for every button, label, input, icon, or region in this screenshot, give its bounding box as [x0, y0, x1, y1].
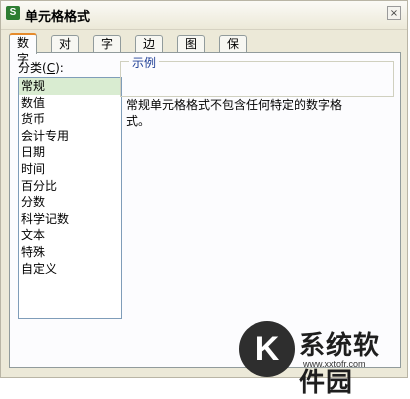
category-item-scientific[interactable]: 科学记数	[19, 211, 121, 228]
tab-protection[interactable]: 保护	[219, 35, 248, 67]
app-icon: S	[6, 6, 20, 20]
title-bar[interactable]: S 单元格格式 ×	[1, 1, 407, 30]
watermark-badge: K	[239, 321, 295, 377]
format-cells-dialog: S 单元格格式 × 数字 对齐 字体 边框 图案 保护 分类(C): 常规 数值…	[0, 0, 408, 398]
category-item-custom[interactable]: 自定义	[19, 261, 121, 278]
category-item-fraction[interactable]: 分数	[19, 194, 121, 211]
category-item-general[interactable]: 常规	[19, 78, 121, 95]
tab-alignment[interactable]: 对齐	[51, 35, 80, 67]
close-icon[interactable]: ×	[387, 6, 401, 20]
sample-legend: 示例	[129, 54, 160, 71]
category-item-accounting[interactable]: 会计专用	[19, 128, 121, 145]
dialog-title: 单元格格式	[25, 10, 91, 25]
category-item-percentage[interactable]: 百分比	[19, 178, 121, 195]
watermark-url: www.xxtofr.com	[303, 359, 366, 369]
category-item-date[interactable]: 日期	[19, 144, 121, 161]
tab-border[interactable]: 边框	[135, 35, 164, 67]
format-description: 常规单元格格式不包含任何特定的数字格式。	[126, 98, 343, 128]
category-listbox[interactable]: 常规 数值 货币 会计专用 日期 时间 百分比 分数 科学记数 文本 特殊 自定…	[18, 77, 122, 319]
tab-font[interactable]: 字体	[93, 35, 122, 67]
sample-groupbox: 示例	[120, 54, 394, 97]
category-item-text[interactable]: 文本	[19, 227, 121, 244]
tab-pattern[interactable]: 图案	[177, 35, 206, 67]
category-item-number[interactable]: 数值	[19, 95, 121, 112]
category-item-time[interactable]: 时间	[19, 161, 121, 178]
category-item-currency[interactable]: 货币	[19, 111, 121, 128]
category-item-special[interactable]: 特殊	[19, 244, 121, 261]
watermark-logo: K 系统软件园 www.xxtofr.com	[239, 321, 405, 398]
tab-number[interactable]: 数字	[9, 33, 38, 66]
